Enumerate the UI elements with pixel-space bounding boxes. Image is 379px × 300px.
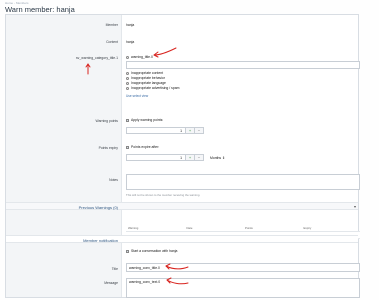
checkbox-icon[interactable] [126, 249, 129, 253]
points-value[interactable]: 1 [127, 128, 185, 133]
checkbox-icon[interactable] [126, 118, 129, 122]
expire-after-checkbox[interactable]: Points expire after: [126, 145, 159, 149]
expiry-unit-select[interactable]: Months ⇕ [210, 156, 225, 160]
increment-button[interactable]: + [185, 155, 194, 160]
chevron-down-icon[interactable]: ▾ [354, 204, 356, 209]
checkbox-icon[interactable] [126, 145, 129, 149]
col-date: Date [186, 226, 193, 230]
use-select-view-link[interactable]: Use select view [126, 94, 148, 98]
decrement-button[interactable]: − [194, 128, 203, 133]
content-value: hanja [126, 40, 135, 44]
page-title: Warn member: hanja [5, 5, 75, 14]
col-warning: Warning [128, 226, 139, 230]
member-notification-header: Member notification [6, 235, 358, 243]
notes-input[interactable] [126, 174, 360, 190]
col-expiry: Expiry [303, 226, 312, 230]
conv-title-label: Title [111, 267, 118, 271]
notes-hint: This will not be shown to the member rec… [126, 193, 201, 197]
conv-title-input[interactable]: warning_conv_title.0 [126, 263, 360, 272]
conv-message-label: Message [104, 281, 118, 285]
points-expiry-label: Points expiry [98, 146, 118, 150]
member-notification-title: Member notification [83, 238, 118, 243]
member-label: Member [105, 23, 118, 27]
radio-icon[interactable] [126, 76, 129, 80]
option-inappropriate-language[interactable]: Inappropriate language [126, 81, 166, 85]
category-label: sv_warning_category_title.1 [75, 56, 118, 60]
member-value: hanja [126, 23, 135, 27]
warning-points-label: Warning points [95, 119, 119, 123]
apply-points-checkbox[interactable]: Apply warning points: [126, 118, 163, 122]
expiry-value[interactable]: 1 [127, 155, 185, 160]
notes-label: Notes [109, 178, 118, 182]
previous-warnings-title: Previous Warnings (0) [78, 205, 118, 210]
start-conversation-checkbox[interactable]: Start a conversation with hanja [126, 249, 177, 253]
conv-message-input[interactable]: warning_conv_text.0 [126, 278, 360, 298]
radio-selected-icon[interactable] [126, 55, 129, 59]
radio-icon[interactable] [126, 81, 129, 85]
warn-form-panel: Member hanja Content hanja sv_warning_ca… [5, 14, 360, 298]
option-inappropriate-spam[interactable]: Inappropriate advertising / spam [126, 86, 179, 90]
increment-button[interactable]: + [185, 128, 194, 133]
decrement-button[interactable]: − [194, 155, 203, 160]
previous-warnings-header[interactable]: Previous Warnings (0) ▾ [6, 202, 358, 210]
expiry-stepper[interactable]: 1 + − [126, 154, 204, 161]
custom-warning-title-input[interactable] [126, 61, 360, 69]
points-stepper[interactable]: 1 + − [126, 127, 204, 134]
option-inappropriate-behavior[interactable]: Inappropriate behavior [126, 76, 165, 80]
content-label: Content [106, 40, 118, 44]
radio-icon[interactable] [126, 71, 129, 75]
radio-icon[interactable] [126, 86, 129, 90]
col-points: Points [245, 226, 253, 230]
option-warning-title[interactable]: warning_title.0 [126, 55, 153, 59]
option-inappropriate-content[interactable]: Inappropriate content [126, 71, 163, 75]
